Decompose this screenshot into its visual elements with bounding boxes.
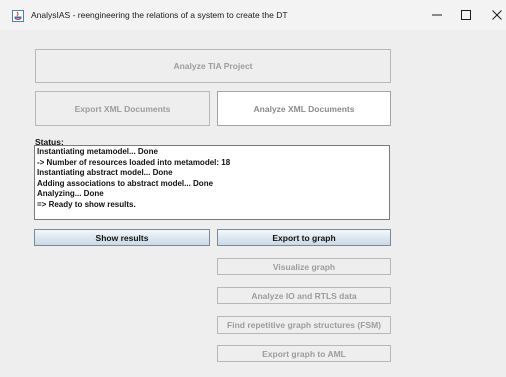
- analyze-tia-project-button[interactable]: Analyze TIA Project: [35, 49, 391, 83]
- show-results-button[interactable]: Show results: [34, 229, 210, 246]
- analyze-io-rtls-button[interactable]: Analyze IO and RTLS data: [217, 287, 391, 304]
- maximize-icon: [461, 10, 471, 20]
- minimize-icon: [432, 14, 442, 16]
- maximize-button[interactable]: [449, 0, 483, 30]
- app-window: AnalysIAS - reengineering the relations …: [0, 0, 506, 377]
- close-button[interactable]: [480, 0, 506, 30]
- status-line: Instantiating metamodel... Done: [37, 147, 158, 156]
- status-line: -> Number of resources loaded into metam…: [37, 157, 231, 167]
- window-title: AnalysIAS - reengineering the relations …: [31, 10, 288, 20]
- java-app-icon: [12, 9, 24, 22]
- status-line: Analyzing... Done: [37, 189, 104, 198]
- status-line: Adding associations to abstract model...…: [37, 178, 214, 188]
- status-log[interactable]: Instantiating metamodel... Done -> Numbe…: [34, 145, 390, 220]
- visualize-graph-button[interactable]: Visualize graph: [217, 258, 391, 275]
- title-bar[interactable]: AnalysIAS - reengineering the relations …: [0, 0, 506, 30]
- analyze-xml-documents-button[interactable]: Analyze XML Documents: [217, 91, 391, 126]
- status-line: => Ready to show results.: [37, 199, 136, 209]
- find-repetitive-structures-button[interactable]: Find repetitive graph structures (FSM): [217, 316, 391, 334]
- status-line: Instantiating abstract model... Done: [37, 168, 173, 177]
- export-xml-documents-button[interactable]: Export XML Documents: [35, 91, 210, 126]
- export-graph-aml-button[interactable]: Export graph to AML: [217, 345, 391, 362]
- export-to-graph-button[interactable]: Export to graph: [217, 229, 391, 246]
- close-icon: [492, 10, 502, 20]
